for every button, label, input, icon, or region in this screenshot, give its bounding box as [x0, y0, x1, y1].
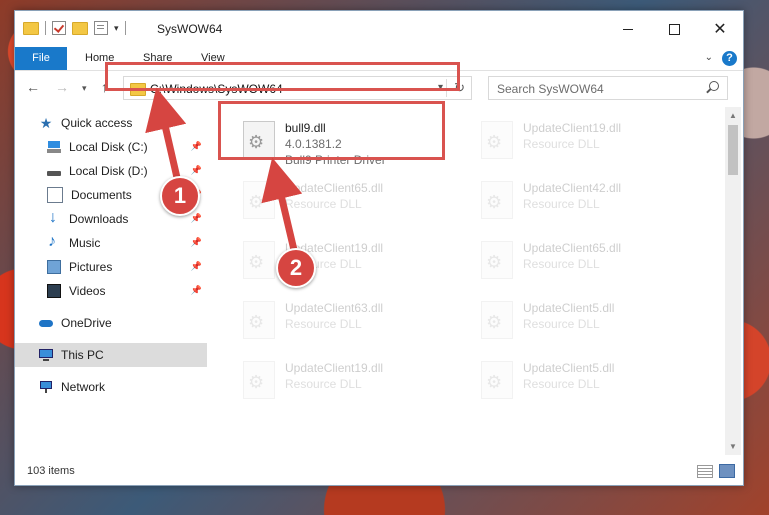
arrow-2-icon — [261, 157, 303, 251]
annotation-arrows — [145, 87, 303, 251]
step-1-badge: 1 — [160, 176, 200, 216]
step-2-badge: 2 — [276, 248, 316, 288]
arrow-1-icon — [145, 87, 187, 183]
